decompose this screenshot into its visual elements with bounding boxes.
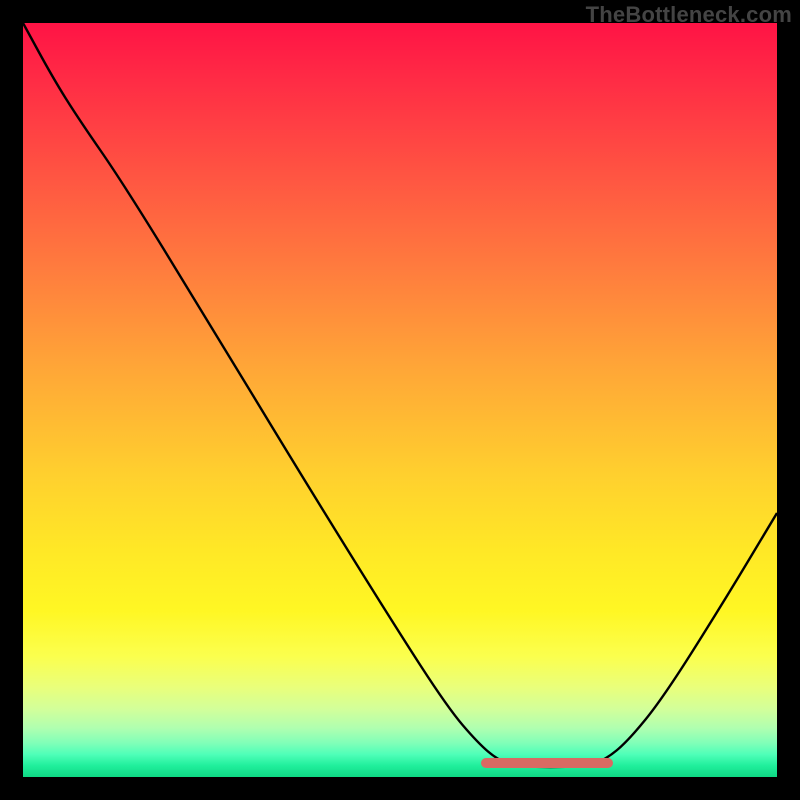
bottleneck-gradient-background [23,23,777,777]
chart-plot-area [23,23,777,777]
optimal-range-marker [481,758,613,768]
